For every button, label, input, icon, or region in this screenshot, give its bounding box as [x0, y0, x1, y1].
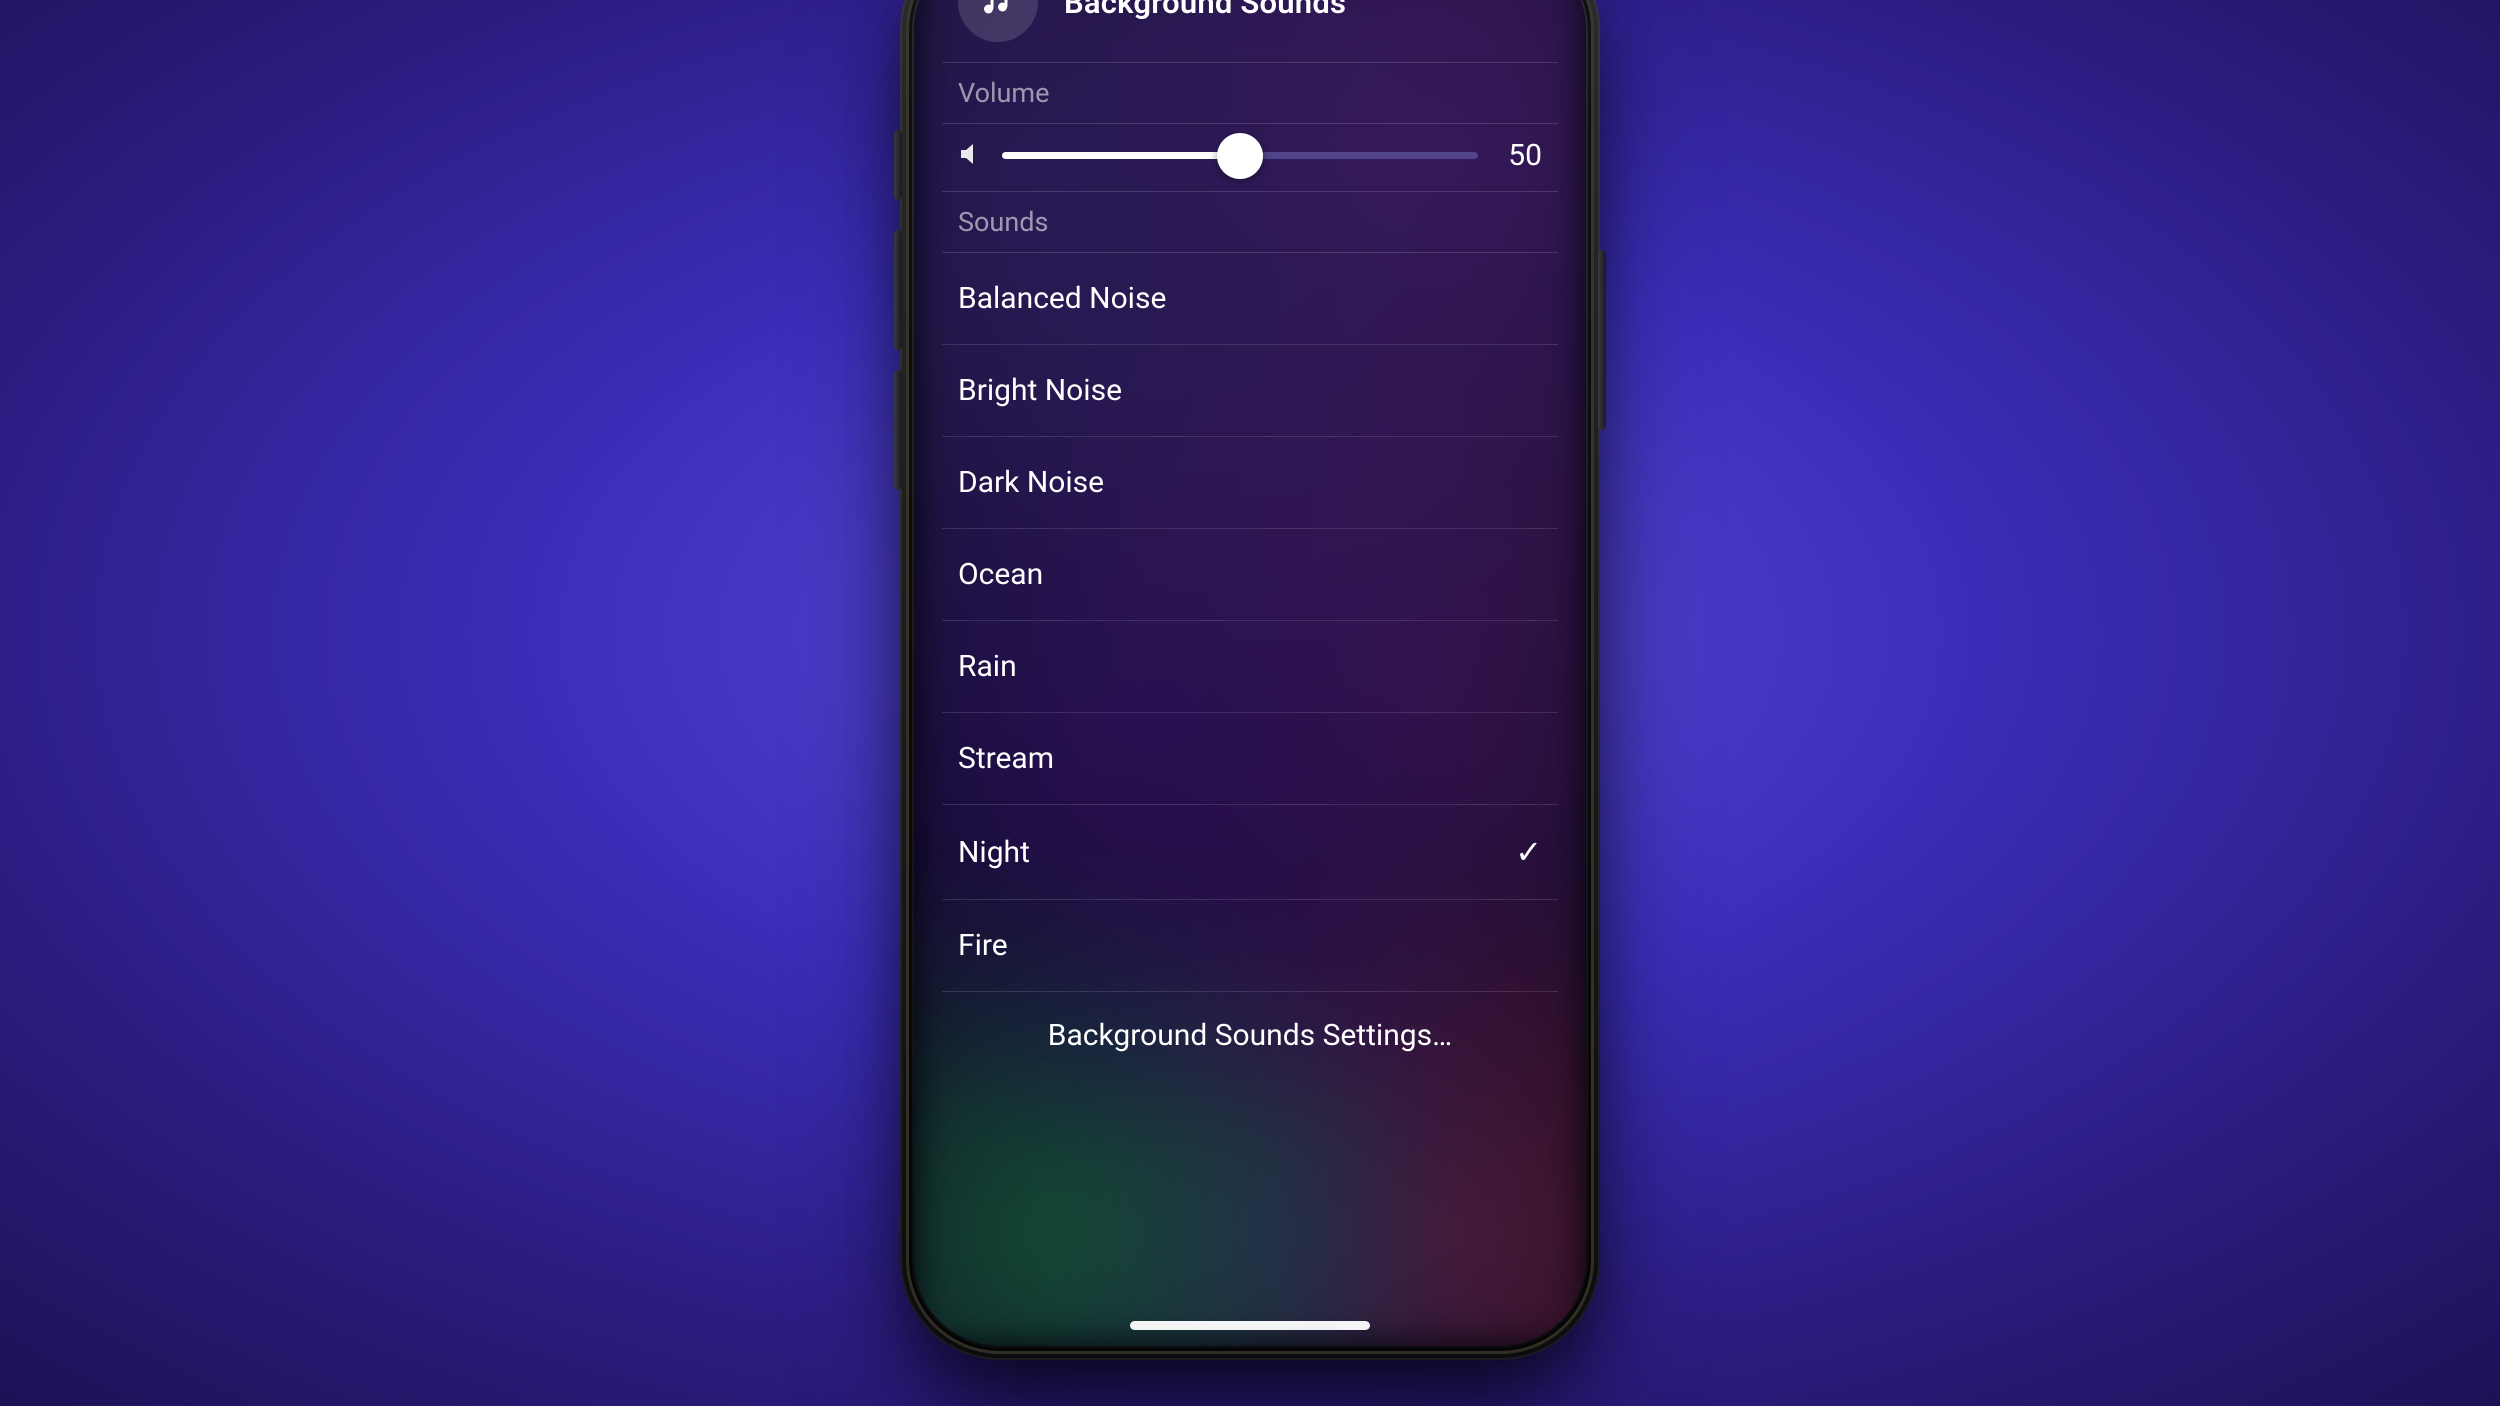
phone-frame: Background Sounds Volume 50 S: [900, 0, 1600, 1360]
sound-option-label: Bright Noise: [958, 373, 1122, 408]
side-button-power: [1598, 250, 1606, 430]
volume-slider[interactable]: [1002, 141, 1478, 171]
sound-option-label: Balanced Noise: [958, 281, 1166, 316]
background-sounds-settings-button[interactable]: Background Sounds Settings…: [942, 992, 1558, 1073]
sound-option-ocean[interactable]: Ocean: [942, 529, 1558, 621]
side-button-silent: [894, 130, 902, 200]
sound-option-stream[interactable]: Stream: [942, 713, 1558, 805]
sound-option-label: Stream: [958, 741, 1054, 776]
speaker-low-icon: [958, 141, 982, 171]
side-button-volume-down: [894, 370, 902, 490]
sound-option-rain[interactable]: Rain: [942, 621, 1558, 713]
background-sounds-panel: Background Sounds Volume 50 S: [942, 0, 1558, 1302]
sound-option-dark-noise[interactable]: Dark Noise: [942, 437, 1558, 529]
hearing-icon: [958, 0, 1038, 42]
volume-section-label: Volume: [942, 63, 1558, 123]
sound-option-bright-noise[interactable]: Bright Noise: [942, 345, 1558, 437]
sound-option-label: Night: [958, 835, 1030, 870]
phone-screen: Background Sounds Volume 50 S: [914, 0, 1586, 1346]
slider-thumb[interactable]: [1217, 133, 1263, 179]
checkmark-icon: ✓: [1515, 833, 1542, 871]
sounds-list: Balanced Noise Bright Noise Dark Noise Ocea…: [942, 253, 1558, 992]
sound-option-label: Rain: [958, 649, 1017, 684]
sound-option-balanced-noise[interactable]: Balanced Noise: [942, 253, 1558, 345]
sound-option-label: Ocean: [958, 557, 1043, 592]
sounds-section-label: Sounds: [942, 192, 1558, 252]
sound-option-night[interactable]: Night ✓: [942, 805, 1558, 900]
sound-option-label: Dark Noise: [958, 465, 1104, 500]
volume-row: 50: [942, 124, 1558, 191]
sound-option-fire[interactable]: Fire: [942, 900, 1558, 992]
slider-track-fill: [1002, 152, 1240, 159]
home-indicator[interactable]: [1130, 1321, 1370, 1330]
panel-header: Background Sounds: [942, 0, 1558, 62]
side-button-volume-up: [894, 230, 902, 350]
panel-title: Background Sounds: [1064, 0, 1346, 21]
volume-value: 50: [1498, 138, 1542, 173]
sound-option-label: Fire: [958, 928, 1008, 963]
